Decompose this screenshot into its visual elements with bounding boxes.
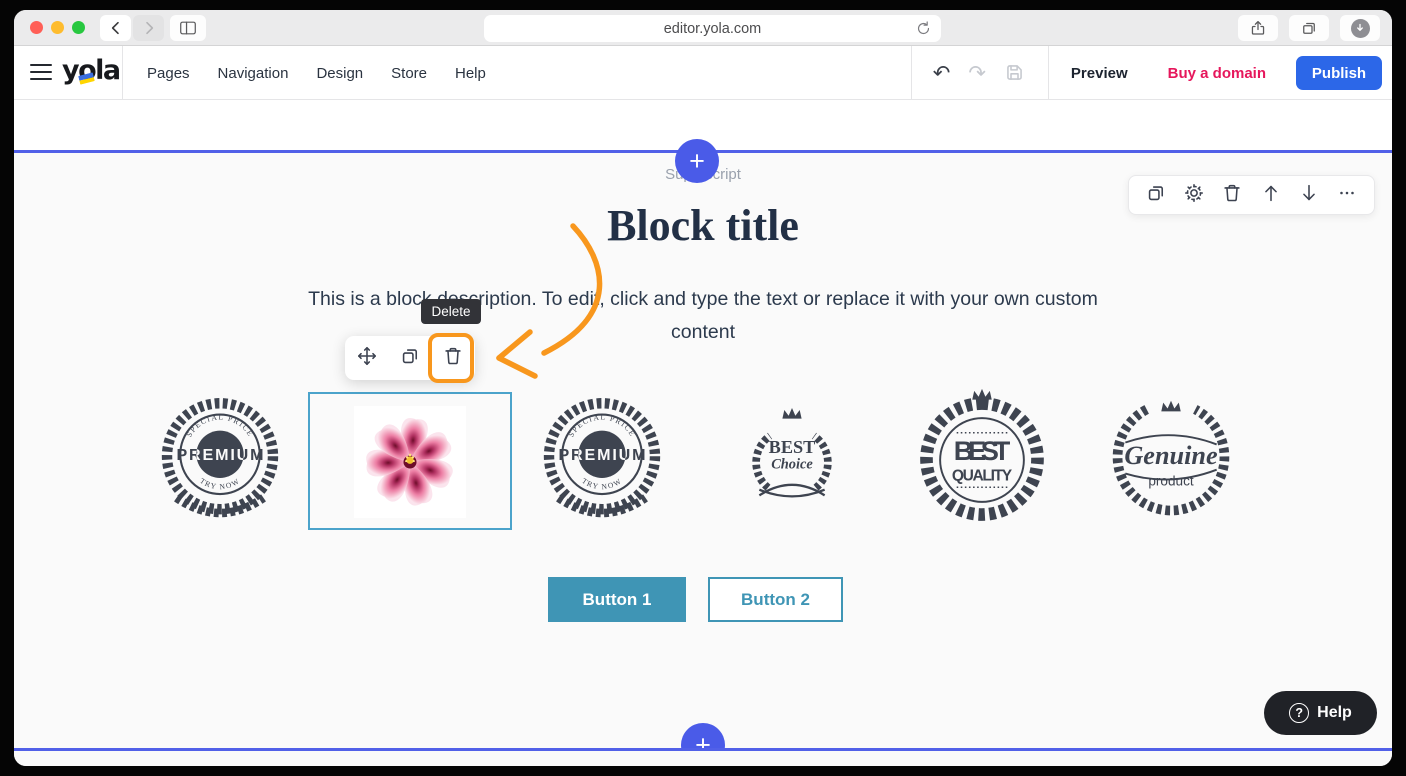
editor-toolbar: yola Pages Navigation Design Store Help … xyxy=(14,46,1392,100)
yola-logo[interactable]: yola xyxy=(62,55,128,86)
badge-premium-1[interactable]: PREMIUM PREMIUM SPECIAL PRICE TRY NOW xyxy=(144,390,296,535)
block-settings-gear-icon[interactable] xyxy=(1183,182,1205,209)
badge-genuine-product[interactable]: Genuine product xyxy=(1096,392,1246,533)
badge-best-choice[interactable]: BEST Choice xyxy=(744,403,840,516)
preview-button[interactable]: Preview xyxy=(1071,65,1128,82)
forward-button[interactable] xyxy=(133,15,164,41)
duplicate-block-icon[interactable] xyxy=(1145,182,1167,209)
page-canvas: + Superscript Block title xyxy=(14,100,1392,766)
more-options-icon[interactable] xyxy=(1336,182,1358,209)
reload-icon[interactable] xyxy=(915,20,932,41)
menu-item-help[interactable]: Help xyxy=(455,65,486,82)
editor-menu: Pages Navigation Design Store Help xyxy=(147,46,486,100)
redo-icon[interactable]: ↷ xyxy=(959,63,995,84)
delete-tooltip: Delete xyxy=(421,299,481,324)
toolbar-divider xyxy=(911,46,912,100)
block-toolbar xyxy=(1128,175,1375,215)
badge-premium-2[interactable]: PREMIUM PREMIUM SPECIAL PRICE TRY NOW xyxy=(526,390,678,535)
badge-text-best: BEST xyxy=(769,437,816,457)
toolbar-divider xyxy=(122,46,123,100)
traffic-lights xyxy=(30,21,85,34)
question-mark-icon: ? xyxy=(1289,703,1309,723)
badge-text-try-now: TRY NOW xyxy=(580,476,623,491)
block-description[interactable]: This is a block description. To edit, cl… xyxy=(14,283,1392,349)
section-divider-line-bottom xyxy=(14,748,1392,751)
content-button-2[interactable]: Button 2 xyxy=(708,577,843,622)
sidebar-toggle-button[interactable] xyxy=(170,15,206,41)
buy-a-domain-button[interactable]: Buy a domain xyxy=(1168,65,1266,82)
share-button[interactable] xyxy=(1238,15,1278,41)
browser-chrome: editor.yola.com xyxy=(14,10,1392,46)
badge-best-quality[interactable]: BEST QUALITY xyxy=(902,386,1062,539)
badge-text-best: BEST xyxy=(954,435,1011,466)
publish-button[interactable]: Publish xyxy=(1296,56,1382,90)
badge-text-product: product xyxy=(1148,473,1194,488)
minimize-window-button[interactable] xyxy=(51,21,64,34)
badge-text-try-now: TRY NOW xyxy=(198,476,241,491)
pink-hibiscus-flower-image xyxy=(354,406,466,518)
zoom-window-button[interactable] xyxy=(72,21,85,34)
menu-item-design[interactable]: Design xyxy=(316,65,363,82)
add-section-button-top[interactable]: + xyxy=(675,139,719,183)
badge-text-quality: QUALITY xyxy=(952,467,1013,484)
toolbar-divider xyxy=(1048,46,1049,100)
hamburger-menu-icon[interactable] xyxy=(30,63,52,81)
add-section-button-bottom[interactable]: + xyxy=(681,723,725,748)
block-description-line2: content xyxy=(14,316,1392,349)
menu-item-store[interactable]: Store xyxy=(391,65,427,82)
content-button-1[interactable]: Button 1 xyxy=(548,577,686,622)
undo-icon[interactable]: ↶ xyxy=(924,63,960,84)
selected-image-element[interactable] xyxy=(308,392,512,530)
annotation-highlight-box xyxy=(428,333,474,383)
block-description-line1: This is a block description. To edit, cl… xyxy=(14,283,1392,316)
save-icon[interactable] xyxy=(995,60,1034,87)
browser-window: editor.yola.com yola xyxy=(14,10,1392,766)
move-block-up-icon[interactable] xyxy=(1260,182,1282,209)
address-bar[interactable]: editor.yola.com xyxy=(484,15,941,42)
badge-text-genuine: Genuine xyxy=(1124,441,1218,470)
duplicate-element-icon[interactable] xyxy=(399,345,421,372)
badge-text-choice: Choice xyxy=(771,457,813,473)
move-element-icon[interactable] xyxy=(356,345,378,372)
back-button[interactable] xyxy=(100,15,131,41)
help-button-label: Help xyxy=(1317,704,1352,722)
help-button[interactable]: ? Help xyxy=(1264,691,1377,735)
move-block-down-icon[interactable] xyxy=(1298,182,1320,209)
downloads-button[interactable] xyxy=(1340,15,1380,41)
delete-block-icon[interactable] xyxy=(1221,182,1243,209)
menu-item-navigation[interactable]: Navigation xyxy=(218,65,289,82)
tabs-overview-button[interactable] xyxy=(1289,15,1329,41)
add-section-bottom-area: + xyxy=(653,700,753,748)
download-icon xyxy=(1351,19,1370,38)
menu-item-pages[interactable]: Pages xyxy=(147,65,190,82)
svg-text:TRY NOW: TRY NOW xyxy=(198,476,241,491)
svg-text:TRY NOW: TRY NOW xyxy=(580,476,623,491)
close-window-button[interactable] xyxy=(30,21,43,34)
url-text: editor.yola.com xyxy=(664,21,762,37)
